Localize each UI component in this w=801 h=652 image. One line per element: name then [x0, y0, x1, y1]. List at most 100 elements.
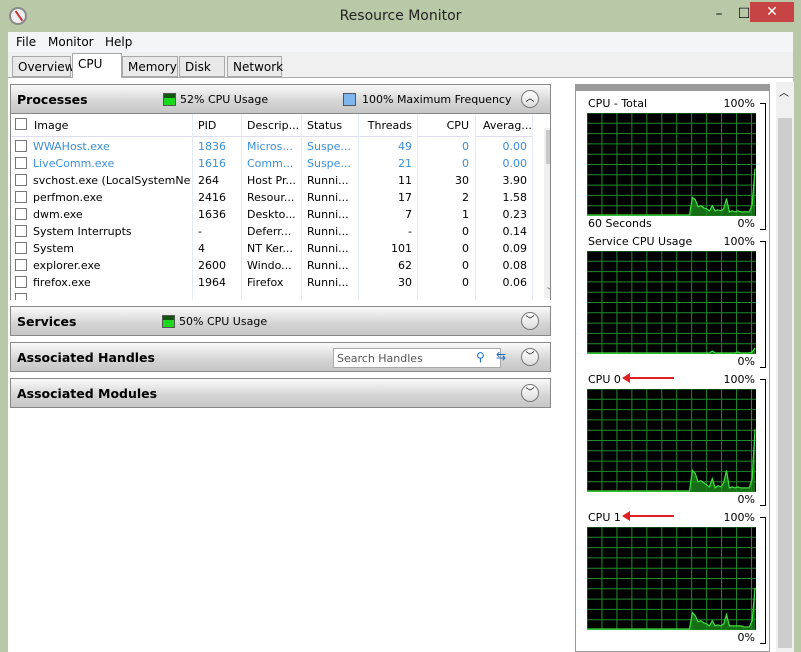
cell-average: 0.00	[502, 140, 528, 153]
cell-status: Runni...	[307, 242, 349, 255]
cell-cpu: 0	[462, 242, 469, 255]
row-checkbox[interactable]	[15, 174, 27, 186]
processes-scrollbar[interactable]: ﹀	[544, 128, 550, 298]
expand-chevron-down-icon[interactable]: ﹀	[521, 384, 539, 402]
graph-min-label: 0%	[737, 493, 755, 506]
table-row[interactable]: System 4 NT Ker... Runni... 101 0 0.09	[11, 240, 533, 257]
column-pid[interactable]: PID	[192, 114, 241, 137]
menu-file[interactable]: File	[16, 35, 36, 49]
table-row[interactable]: WWAHost.exe 1836 Micros... Suspe... 49 0 0.00	[11, 138, 533, 155]
max-frequency-swatch-icon	[343, 93, 356, 106]
table-row[interactable]: System Interrupts - Deferr... Runni... - 0 0.1…	[11, 223, 533, 240]
scrollbar-thumb[interactable]	[546, 130, 550, 164]
cell-status: Suspe...	[307, 157, 351, 170]
table-row[interactable]	[11, 291, 533, 300]
cell-average: 0.08	[502, 259, 528, 272]
cell-average: 0.06	[502, 276, 528, 289]
row-checkbox[interactable]	[15, 140, 27, 152]
cell-description: Firefox	[247, 276, 284, 289]
table-row[interactable]: perfmon.exe 2416 Resour... Runni... 17 2 1.58	[11, 189, 533, 206]
graph-label: CPU - Total	[588, 97, 648, 110]
graph-scale-bracket	[760, 517, 766, 644]
row-checkbox[interactable]	[15, 225, 27, 237]
window-title: Resource Monitor	[339, 8, 462, 24]
table-row[interactable]: explorer.exe 2600 Windo... Runni... 62 0 0.08	[11, 257, 533, 274]
cell-cpu: 0	[462, 276, 469, 289]
row-checkbox[interactable]	[15, 293, 27, 300]
refresh-icon[interactable]: ⇆	[496, 349, 506, 363]
cell-status: Runni...	[307, 174, 349, 187]
cpu-usage-swatch-icon	[163, 93, 176, 106]
expand-chevron-down-icon[interactable]: ﹀	[521, 312, 539, 330]
cell-average: 0.09	[502, 242, 528, 255]
row-checkbox[interactable]	[15, 191, 27, 203]
cell-description: Windo...	[247, 259, 292, 272]
scroll-down-icon[interactable]: ﹀	[547, 285, 550, 298]
modules-title: Associated Modules	[17, 386, 158, 401]
table-row[interactable]: LiveComm.exe 1616 Comm... Suspe... 21 0 0.00	[11, 155, 533, 172]
table-row[interactable]: firefox.exe 1964 Firefox Runni... 30 0 0.06	[11, 274, 533, 291]
tab-network[interactable]: Network	[227, 56, 283, 77]
row-checkbox[interactable]	[15, 259, 27, 271]
graph-max-label: 100%	[723, 97, 755, 110]
table-row[interactable]: dwm.exe 1636 Deskto... Runni... 7 1 0.23	[11, 206, 533, 223]
menu-bar: File Monitor Help	[8, 32, 793, 52]
row-checkbox[interactable]	[15, 242, 27, 254]
cell-status: Suspe...	[307, 140, 351, 153]
cell-pid: 2600	[198, 259, 226, 272]
graphs-scrollbar[interactable]: ︿	[776, 82, 794, 652]
collapse-chevron-up-icon[interactable]: ︿	[521, 90, 539, 108]
cpu-graph	[587, 389, 756, 492]
search-icon[interactable]: ⚲	[476, 350, 485, 364]
tab-overview[interactable]: Overview	[12, 56, 75, 77]
column-average[interactable]: Averag...	[475, 114, 532, 137]
cell-average: 0.00	[502, 157, 528, 170]
close-button[interactable]: ✕	[750, 2, 794, 22]
tab-cpu[interactable]: CPU	[72, 53, 122, 78]
graph-min-label: 0%	[737, 355, 755, 368]
cell-image: WWAHost.exe	[33, 140, 110, 153]
column-description[interactable]: Descrip...	[241, 114, 301, 137]
tab-disk[interactable]: Disk	[179, 56, 225, 77]
red-arrow-icon	[622, 511, 674, 521]
cell-pid: 1836	[198, 140, 226, 153]
row-checkbox[interactable]	[15, 157, 27, 169]
cell-status: Runni...	[307, 276, 349, 289]
table-row[interactable]: svchost.exe (LocalSystemNet... 264 Host Pr…	[11, 172, 533, 189]
cell-threads: 17	[398, 191, 412, 204]
cell-pid: -	[198, 225, 202, 238]
expand-chevron-down-icon[interactable]: ﹀	[521, 348, 539, 366]
cell-threads: 11	[398, 174, 412, 187]
cell-average: 1.58	[502, 191, 528, 204]
cell-average: 0.23	[502, 208, 528, 221]
select-all-checkbox[interactable]	[15, 118, 27, 130]
column-status[interactable]: Status	[301, 114, 358, 137]
cell-description: Comm...	[247, 157, 294, 170]
column-cpu[interactable]: CPU	[417, 114, 469, 137]
cell-threads: 49	[398, 140, 412, 153]
cpu-graph	[587, 527, 756, 630]
menu-monitor[interactable]: Monitor	[48, 35, 94, 49]
cell-image: explorer.exe	[33, 259, 101, 272]
graph-line	[587, 587, 756, 630]
row-checkbox[interactable]	[15, 276, 27, 288]
scrollbar-thumb[interactable]	[778, 118, 792, 648]
title-bar: Resource Monitor – ☐ ✕	[0, 0, 801, 32]
column-threads[interactable]: Threads	[358, 114, 412, 137]
handles-section-header[interactable]: Associated Handles Search Handles ⚲ ⇆ ﹀	[10, 342, 551, 372]
services-section-header[interactable]: Services 50% CPU Usage ﹀	[10, 306, 551, 336]
tab-memory[interactable]: Memory	[122, 56, 178, 77]
cell-image: dwm.exe	[33, 208, 83, 221]
scroll-up-icon[interactable]: ︿	[779, 84, 789, 99]
services-title: Services	[17, 314, 77, 329]
cell-pid: 264	[198, 174, 219, 187]
graph-label: CPU 1	[588, 511, 621, 524]
cell-pid: 2416	[198, 191, 226, 204]
menu-help[interactable]: Help	[105, 35, 132, 49]
modules-section-header[interactable]: Associated Modules ﹀	[10, 378, 551, 408]
column-image[interactable]: Image	[11, 114, 192, 137]
minimize-button[interactable]: –	[706, 4, 732, 24]
processes-section-header[interactable]: Processes 52% CPU Usage 100% Maximum Fre…	[10, 84, 551, 114]
cell-threads: 62	[398, 259, 412, 272]
row-checkbox[interactable]	[15, 208, 27, 220]
